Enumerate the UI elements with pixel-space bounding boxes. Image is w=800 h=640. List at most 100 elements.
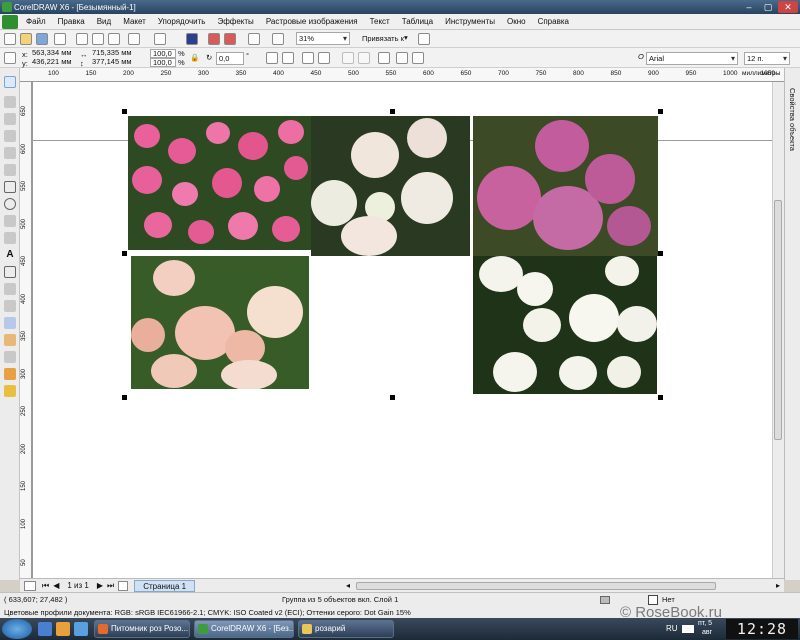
align-distribute-icon[interactable]: [378, 52, 390, 64]
selection-handle-br[interactable]: [658, 395, 663, 400]
photo-white-roses[interactable]: [473, 256, 657, 394]
fill-tool-icon[interactable]: [4, 385, 16, 397]
photo-cream-roses[interactable]: [311, 116, 470, 256]
selection-handle-mr[interactable]: [658, 251, 663, 256]
pick-tool-icon[interactable]: [4, 76, 16, 88]
photo-pink-roses[interactable]: [128, 116, 311, 250]
last-page-icon[interactable]: ⏭: [107, 581, 114, 591]
minimize-button[interactable]: –: [740, 1, 758, 13]
zoom-level-select[interactable]: 31%: [296, 32, 350, 45]
horizontal-scroll-thumb[interactable]: [355, 581, 716, 590]
system-clock[interactable]: 12:28: [726, 619, 798, 639]
scale-height-field[interactable]: 100,0: [150, 58, 176, 67]
y-position-field[interactable]: 436,221 мм: [30, 58, 74, 67]
add-page-icon[interactable]: [118, 580, 129, 591]
font-family-select[interactable]: Arial: [646, 52, 738, 65]
open-folder-icon[interactable]: [20, 33, 32, 45]
print-icon[interactable]: [54, 33, 66, 45]
menu-effects[interactable]: Эффекты: [211, 17, 259, 26]
menu-help[interactable]: Справка: [532, 17, 575, 26]
x-position-field[interactable]: 563,334 мм: [30, 49, 74, 58]
table-tool-icon[interactable]: [4, 266, 16, 278]
save-icon[interactable]: [36, 33, 48, 45]
freehand-tool-icon[interactable]: [4, 147, 16, 159]
weld-icon[interactable]: [342, 52, 354, 64]
selection-handle-tc[interactable]: [390, 109, 395, 114]
menu-bitmaps[interactable]: Растровые изображения: [260, 17, 364, 26]
lock-ratio-icon[interactable]: 🔒: [190, 53, 199, 62]
copy-icon[interactable]: [92, 33, 104, 45]
export-icon[interactable]: [224, 33, 236, 45]
desktop-quicklaunch-icon[interactable]: [74, 622, 88, 636]
prev-page-icon[interactable]: ◀: [53, 581, 59, 590]
text-tool-icon[interactable]: A: [4, 249, 16, 261]
page-tab-1[interactable]: Страница 1: [134, 579, 196, 592]
menu-text[interactable]: Текст: [364, 17, 396, 26]
import-icon[interactable]: [208, 33, 220, 45]
transparency-tool-icon[interactable]: [4, 334, 16, 346]
menu-arrange[interactable]: Упорядочить: [152, 17, 212, 26]
object-origin-icon[interactable]: [4, 52, 16, 64]
full-screen-icon[interactable]: [272, 33, 284, 45]
task-folder[interactable]: розарий: [298, 620, 394, 638]
group-icon[interactable]: [302, 52, 314, 64]
eyedropper-tool-icon[interactable]: [4, 351, 16, 363]
color-profiles-info[interactable]: Цветовые профили документа: RGB: sRGB IE…: [4, 608, 411, 617]
to-front-icon[interactable]: [396, 52, 408, 64]
paste-icon[interactable]: [108, 33, 120, 45]
height-field[interactable]: 377,145 мм: [90, 58, 138, 67]
crop-tool-icon[interactable]: [4, 113, 16, 125]
media-quicklaunch-icon[interactable]: [56, 622, 70, 636]
selection-handle-bc[interactable]: [390, 395, 395, 400]
cut-icon[interactable]: [76, 33, 88, 45]
ungroup-icon[interactable]: [318, 52, 330, 64]
outline-tool-icon[interactable]: [4, 368, 16, 380]
search-content-icon[interactable]: [186, 33, 198, 45]
menu-view[interactable]: Вид: [91, 17, 117, 26]
selection-handle-tr[interactable]: [658, 109, 663, 114]
new-document-icon[interactable]: [4, 33, 16, 45]
close-button[interactable]: ✕: [778, 1, 798, 13]
smart-fill-tool-icon[interactable]: [4, 164, 16, 176]
publish-pdf-icon[interactable]: [248, 33, 260, 45]
selection-handle-ml[interactable]: [122, 251, 127, 256]
rotation-field[interactable]: 0,0: [216, 52, 244, 65]
rectangle-tool-icon[interactable]: [4, 181, 16, 193]
start-button[interactable]: [2, 619, 32, 639]
connector-tool-icon[interactable]: [4, 300, 16, 312]
blend-tool-icon[interactable]: [4, 317, 16, 329]
redo-icon[interactable]: [154, 33, 166, 45]
maximize-button[interactable]: ▢: [759, 1, 777, 13]
app-menu-icon[interactable]: [2, 14, 18, 29]
font-size-select[interactable]: 12 п.: [744, 52, 790, 65]
task-browser[interactable]: Питомник роз Розо...: [94, 620, 190, 638]
language-indicator[interactable]: RU: [666, 624, 678, 633]
photo-purple-roses[interactable]: [473, 116, 658, 256]
menu-edit[interactable]: Правка: [52, 17, 91, 26]
menu-layout[interactable]: Макет: [117, 17, 152, 26]
undo-icon[interactable]: [128, 33, 140, 45]
snap-to-chevron-icon[interactable]: ▾: [404, 33, 408, 42]
options-icon[interactable]: [418, 33, 430, 45]
zoom-tool-icon[interactable]: [4, 130, 16, 142]
task-coreldraw[interactable]: CorelDRAW X6 - [Без...: [194, 620, 294, 638]
menu-window[interactable]: Окно: [501, 17, 532, 26]
selection-handle-bl[interactable]: [122, 395, 127, 400]
hscroll-right-icon[interactable]: ▸: [776, 581, 780, 590]
menu-table[interactable]: Таблица: [396, 17, 439, 26]
menu-tools[interactable]: Инструменты: [439, 17, 501, 26]
basic-shapes-tool-icon[interactable]: [4, 232, 16, 244]
trim-icon[interactable]: [358, 52, 370, 64]
photo-peach-roses[interactable]: [131, 256, 309, 389]
scale-width-field[interactable]: 100,0: [150, 49, 176, 58]
dimension-tool-icon[interactable]: [4, 283, 16, 295]
to-back-icon[interactable]: [412, 52, 424, 64]
explorer-quicklaunch-icon[interactable]: [38, 622, 52, 636]
page-options-icon[interactable]: [24, 580, 36, 591]
object-properties-docker-tab[interactable]: Свойства объекта: [784, 68, 800, 580]
snap-to-dropdown[interactable]: Привязать к: [362, 34, 404, 43]
shape-tool-icon[interactable]: [4, 96, 16, 108]
selection-handle-tl[interactable]: [122, 109, 127, 114]
mirror-vertical-icon[interactable]: [282, 52, 294, 64]
fill-swatch-icon[interactable]: [600, 596, 610, 604]
